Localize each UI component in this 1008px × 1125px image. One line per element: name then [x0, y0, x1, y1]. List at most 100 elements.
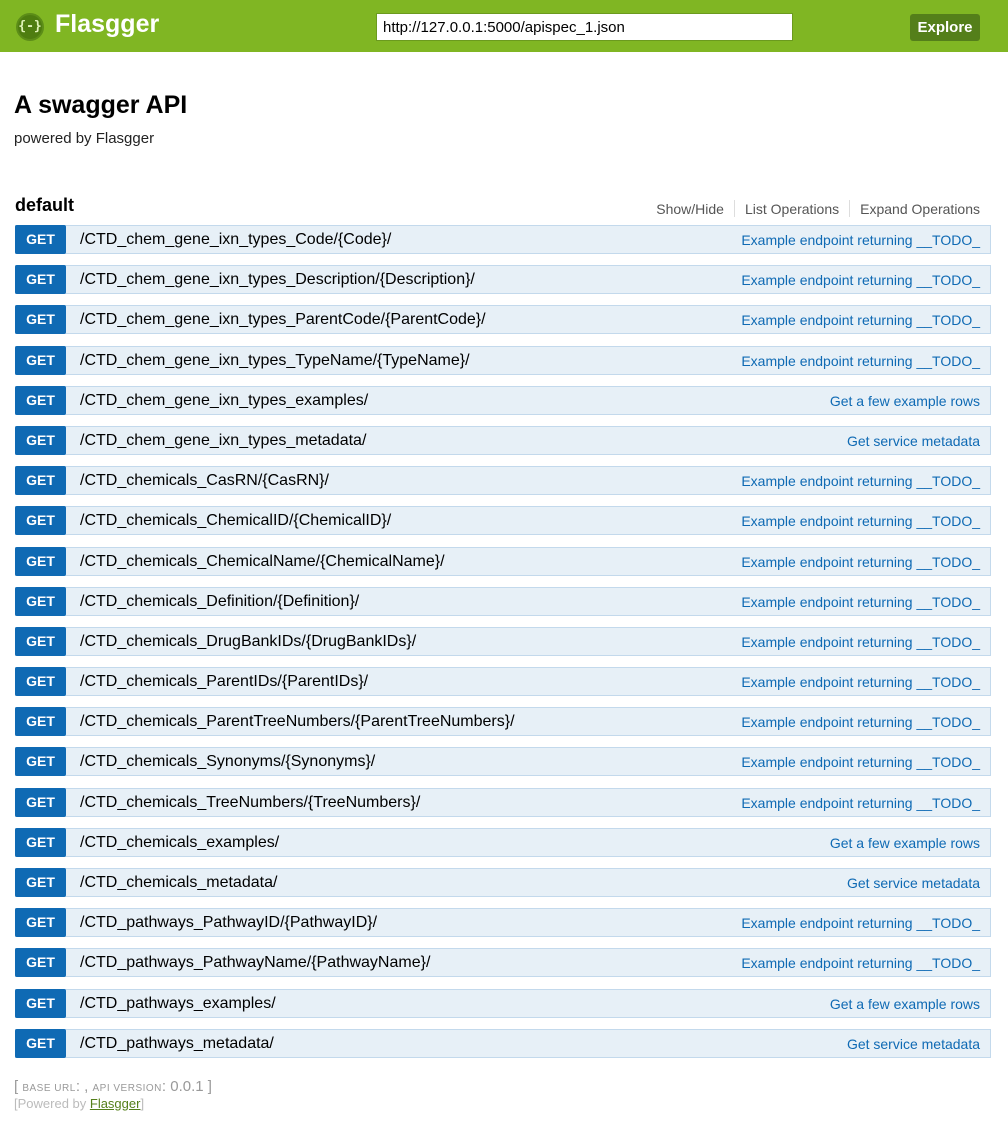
- endpoint-summary[interactable]: Example endpoint returning __TODO_: [741, 548, 980, 576]
- http-method-badge[interactable]: GET: [15, 787, 66, 817]
- endpoint-summary[interactable]: Get service metadata: [847, 427, 980, 455]
- base-url-value: : ,: [75, 1078, 93, 1095]
- spec-url-input[interactable]: [376, 13, 793, 41]
- endpoint-path[interactable]: /CTD_pathways_examples/: [80, 990, 276, 1017]
- expand-operations-link[interactable]: Expand Operations: [850, 201, 980, 217]
- list-operations-link[interactable]: List Operations: [735, 201, 849, 217]
- powered-by: [Powered by Flasgger]: [14, 1096, 144, 1111]
- operation-row[interactable]: GET/CTD_chemicals_ParentTreeNumbers/{Par…: [15, 707, 991, 737]
- operation-row[interactable]: GET/CTD_chem_gene_ixn_types_metadata/Get…: [15, 425, 991, 455]
- flasgger-logo-icon[interactable]: {-}: [16, 13, 44, 41]
- endpoint-summary[interactable]: Get service metadata: [847, 869, 980, 897]
- endpoint-summary[interactable]: Get a few example rows: [830, 990, 980, 1018]
- api-subtitle: powered by Flasgger: [14, 130, 155, 147]
- base-url-label: BASE URL: [22, 1083, 76, 1094]
- endpoint-summary[interactable]: Get a few example rows: [830, 387, 980, 415]
- endpoint-path[interactable]: /CTD_chem_gene_ixn_types_TypeName/{TypeN…: [80, 347, 470, 374]
- endpoint-path[interactable]: /CTD_chem_gene_ixn_types_Code/{Code}/: [80, 226, 391, 253]
- http-method-badge[interactable]: GET: [15, 586, 66, 616]
- operation-row[interactable]: GET/CTD_chemicals_Definition/{Definition…: [15, 586, 991, 616]
- http-method-badge[interactable]: GET: [15, 948, 66, 978]
- http-method-badge[interactable]: GET: [15, 626, 66, 656]
- endpoint-path[interactable]: /CTD_chemicals_examples/: [80, 829, 279, 856]
- endpoint-path[interactable]: /CTD_chem_gene_ixn_types_metadata/: [80, 427, 366, 454]
- endpoint-summary[interactable]: Example endpoint returning __TODO_: [741, 708, 980, 736]
- http-method-badge[interactable]: GET: [15, 707, 66, 737]
- endpoint-summary[interactable]: Example endpoint returning __TODO_: [741, 226, 980, 254]
- operation-row[interactable]: GET/CTD_pathways_PathwayName/{PathwayNam…: [15, 948, 991, 978]
- operation-row[interactable]: GET/CTD_pathways_PathwayID/{PathwayID}/ E…: [15, 908, 991, 938]
- endpoint-summary[interactable]: Example endpoint returning __TODO_: [741, 789, 980, 817]
- operation-row[interactable]: GET/CTD_pathways_examples/Get a few exam…: [15, 988, 991, 1018]
- operation-row[interactable]: GET/CTD_chemicals_DrugBankIDs/{DrugBankI…: [15, 626, 991, 656]
- endpoint-summary[interactable]: Example endpoint returning __TODO_: [741, 507, 980, 535]
- endpoint-path[interactable]: /CTD_chem_gene_ixn_types_ParentCode/{Par…: [80, 306, 486, 333]
- endpoint-path[interactable]: /CTD_chemicals_DrugBankIDs/{DrugBankIDs}…: [80, 628, 416, 655]
- endpoint-summary[interactable]: Example endpoint returning __TODO_: [741, 467, 980, 495]
- operation-row[interactable]: GET/CTD_chem_gene_ixn_types_TypeName/{Ty…: [15, 345, 991, 375]
- http-method-badge[interactable]: GET: [15, 425, 66, 455]
- endpoint-path[interactable]: /CTD_pathways_metadata/: [80, 1030, 274, 1057]
- endpoint-path[interactable]: /CTD_chemicals_TreeNumbers/{TreeNumbers}…: [80, 789, 420, 816]
- endpoint-summary[interactable]: Example endpoint returning __TODO_: [741, 306, 980, 334]
- http-method-badge[interactable]: GET: [15, 667, 66, 697]
- endpoint-summary[interactable]: Example endpoint returning __TODO_: [741, 748, 980, 776]
- endpoint-summary[interactable]: Example endpoint returning __TODO_: [741, 628, 980, 656]
- operation-row[interactable]: GET/CTD_chemicals_Synonyms/{Synonyms}/ Ex…: [15, 747, 991, 777]
- http-method-badge[interactable]: GET: [15, 988, 66, 1018]
- operation-row[interactable]: GET/CTD_chem_gene_ixn_types_ParentCode/{…: [15, 305, 991, 335]
- endpoint-summary[interactable]: Example endpoint returning __TODO_: [741, 588, 980, 616]
- http-method-badge[interactable]: GET: [15, 747, 66, 777]
- operation-row[interactable]: GET/CTD_chem_gene_ixn_types_Description/…: [15, 265, 991, 295]
- http-method-badge[interactable]: GET: [15, 546, 66, 576]
- http-method-badge[interactable]: GET: [15, 345, 66, 375]
- endpoint-path[interactable]: /CTD_chemicals_ParentIDs/{ParentIDs}/: [80, 668, 368, 695]
- http-method-badge[interactable]: GET: [15, 506, 66, 536]
- flasgger-link[interactable]: Flasgger: [90, 1096, 141, 1111]
- logo-text[interactable]: Flasgger: [55, 10, 159, 39]
- operation-row[interactable]: GET/CTD_chemicals_ParentIDs/{ParentIDs}/…: [15, 667, 991, 697]
- http-method-badge[interactable]: GET: [15, 305, 66, 335]
- operations-list: GET/CTD_chem_gene_ixn_types_Code/{Code}/…: [15, 225, 991, 1069]
- operation-row[interactable]: GET/CTD_chem_gene_ixn_types_Code/{Code}/…: [15, 225, 991, 254]
- endpoint-path[interactable]: /CTD_chemicals_ChemicalID/{ChemicalID}/: [80, 507, 391, 534]
- endpoint-path[interactable]: /CTD_chem_gene_ixn_types_examples/: [80, 387, 368, 414]
- operation-row[interactable]: GET/CTD_chem_gene_ixn_types_examples/Get…: [15, 385, 991, 415]
- endpoint-summary[interactable]: Get a few example rows: [830, 829, 980, 857]
- endpoint-path[interactable]: /CTD_chemicals_Definition/{Definition}/: [80, 588, 359, 615]
- explore-button[interactable]: Explore: [910, 14, 980, 41]
- operation-row[interactable]: GET/CTD_pathways_metadata/Get service me…: [15, 1028, 991, 1058]
- top-bar: {-} Flasgger Explore: [0, 0, 1008, 52]
- http-method-badge[interactable]: GET: [15, 1028, 66, 1058]
- endpoint-path[interactable]: /CTD_chemicals_metadata/: [80, 869, 277, 896]
- http-method-badge[interactable]: GET: [15, 265, 66, 295]
- endpoint-path[interactable]: /CTD_chemicals_ParentTreeNumbers/{Parent…: [80, 708, 515, 735]
- show-hide-link[interactable]: Show/Hide: [646, 201, 734, 217]
- endpoint-summary[interactable]: Example endpoint returning __TODO_: [741, 266, 980, 294]
- section-title[interactable]: default: [15, 195, 74, 216]
- endpoint-summary[interactable]: Get service metadata: [847, 1030, 980, 1058]
- http-method-badge[interactable]: GET: [15, 225, 66, 254]
- endpoint-path[interactable]: /CTD_pathways_PathwayName/{PathwayName}/: [80, 949, 430, 976]
- operation-row[interactable]: GET/CTD_chemicals_ChemicalID/{ChemicalID…: [15, 506, 991, 536]
- operation-row[interactable]: GET/CTD_chemicals_metadata/Get service m…: [15, 868, 991, 897]
- operation-row[interactable]: GET/CTD_chemicals_TreeNumbers/{TreeNumbe…: [15, 787, 991, 817]
- endpoint-path[interactable]: /CTD_pathways_PathwayID/{PathwayID}/: [80, 909, 377, 936]
- operation-row[interactable]: GET/CTD_chemicals_CasRN/{CasRN}/ Example …: [15, 466, 991, 496]
- endpoint-summary[interactable]: Example endpoint returning __TODO_: [741, 949, 980, 977]
- operation-row[interactable]: GET/CTD_chemicals_ChemicalName/{Chemical…: [15, 546, 991, 576]
- footer-open-bracket: [: [14, 1078, 19, 1095]
- endpoint-summary[interactable]: Example endpoint returning __TODO_: [741, 909, 980, 937]
- endpoint-path[interactable]: /CTD_chem_gene_ixn_types_Description/{De…: [80, 266, 475, 293]
- http-method-badge[interactable]: GET: [15, 827, 66, 857]
- endpoint-path[interactable]: /CTD_chemicals_CasRN/{CasRN}/: [80, 467, 329, 494]
- endpoint-path[interactable]: /CTD_chemicals_ChemicalName/{ChemicalNam…: [80, 548, 445, 575]
- endpoint-summary[interactable]: Example endpoint returning __TODO_: [741, 668, 980, 696]
- http-method-badge[interactable]: GET: [15, 908, 66, 938]
- endpoint-path[interactable]: /CTD_chemicals_Synonyms/{Synonyms}/: [80, 748, 375, 775]
- endpoint-summary[interactable]: Example endpoint returning __TODO_: [741, 347, 980, 375]
- http-method-badge[interactable]: GET: [15, 385, 66, 415]
- operation-row[interactable]: GET/CTD_chemicals_examples/Get a few exa…: [15, 827, 991, 857]
- http-method-badge[interactable]: GET: [15, 868, 66, 897]
- http-method-badge[interactable]: GET: [15, 466, 66, 496]
